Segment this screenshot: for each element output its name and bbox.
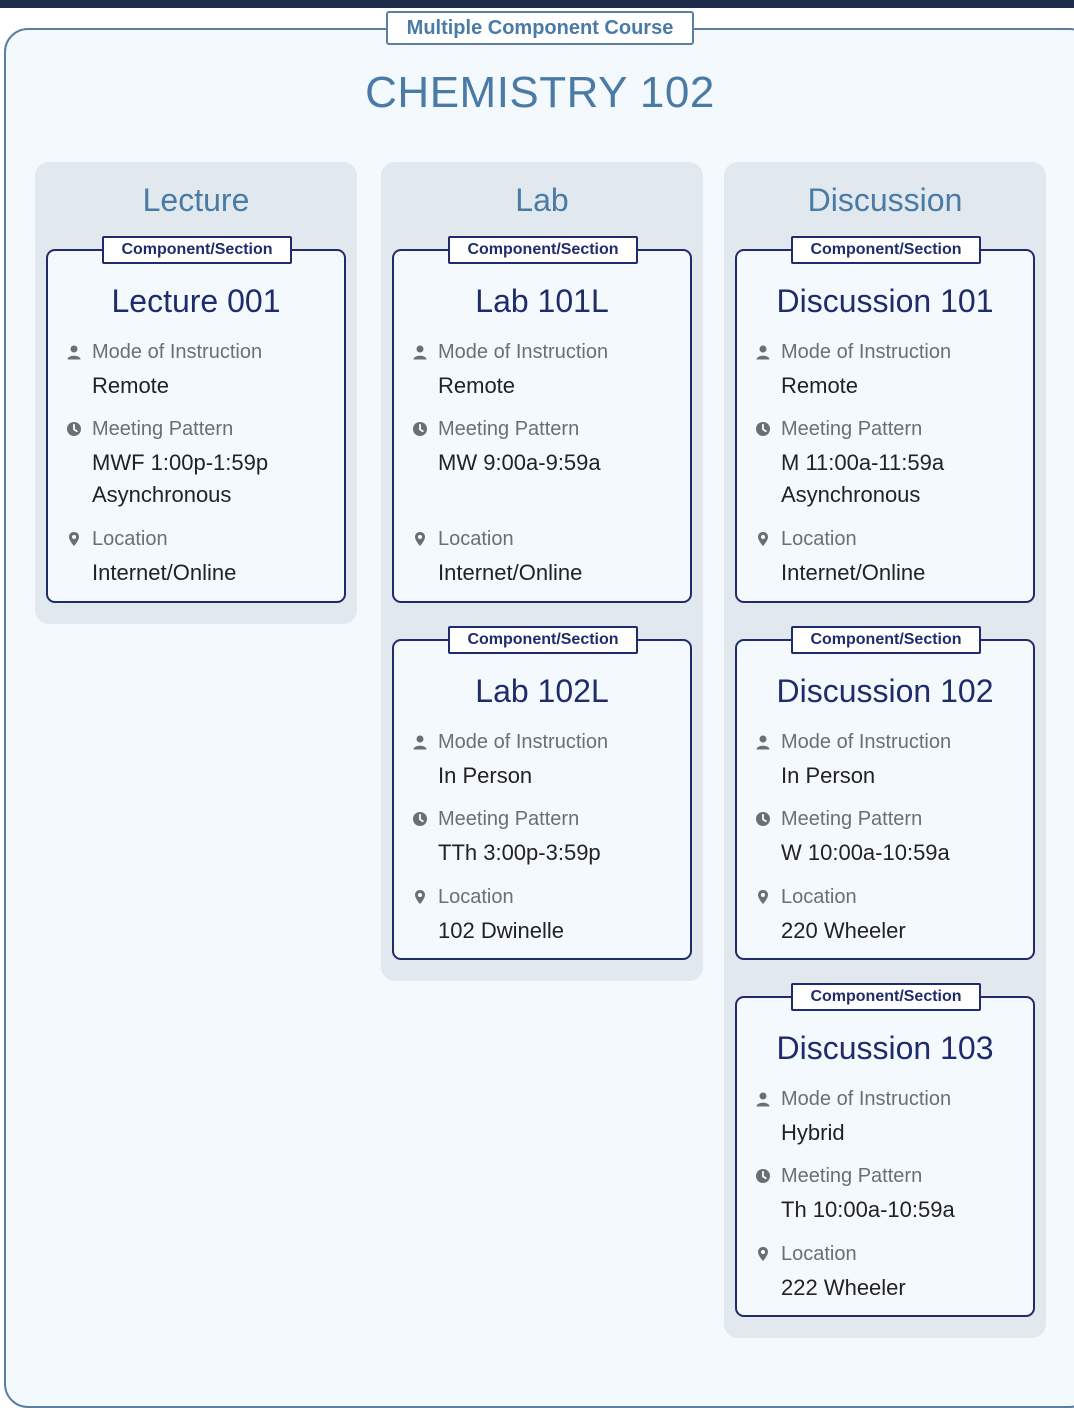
- component-section-tag: Component/Section: [448, 236, 638, 264]
- mode-value: Hybrid: [781, 1120, 845, 1145]
- component-section-tag: Component/Section: [102, 236, 292, 264]
- location-label: Location: [781, 1243, 857, 1265]
- section-card[interactable]: Component/Section Discussion 101 Mode of…: [735, 236, 1035, 603]
- person-icon: [756, 345, 770, 360]
- section-card[interactable]: Component/Section Discussion 102 Mode of…: [735, 626, 1035, 960]
- course-title: CHEMISTRY 102: [365, 68, 715, 117]
- person-icon: [756, 735, 770, 750]
- map-pin-icon: [758, 890, 768, 904]
- section-title: Discussion 103: [776, 1030, 994, 1066]
- map-pin-icon: [415, 532, 425, 546]
- course-type-tag: Multiple Component Course: [386, 11, 694, 45]
- location-value: 220 Wheeler: [781, 918, 906, 943]
- pattern-value: MWF 1:00p-1:59p Asynchronous: [92, 450, 269, 507]
- clock-icon: [756, 1169, 770, 1183]
- mode-value: Remote: [781, 373, 859, 398]
- section-title: Lab 102L: [475, 673, 609, 709]
- person-icon: [413, 345, 427, 360]
- pattern-value: Th 10:00a-10:59a: [781, 1197, 955, 1222]
- top-bar: [0, 0, 1074, 8]
- location-label: Location: [438, 528, 514, 550]
- section-title: Discussion 102: [776, 673, 994, 709]
- section-card[interactable]: Component/Section Lecture 001 Mode of In…: [46, 236, 346, 603]
- section-title: Lecture 001: [111, 283, 281, 319]
- pattern-label: Meeting Pattern: [438, 808, 580, 830]
- pattern-value: MW 9:00a-9:59a: [438, 450, 601, 475]
- section-card[interactable]: Component/Section Discussion 103 Mode of…: [735, 983, 1035, 1317]
- clock-icon: [756, 812, 770, 826]
- mode-value: In Person: [438, 763, 533, 788]
- map-pin-icon: [415, 890, 425, 904]
- pattern-label: Meeting Pattern: [781, 418, 923, 440]
- clock-icon: [756, 422, 770, 436]
- component-section-tag: Component/Section: [791, 983, 981, 1011]
- map-pin-icon: [758, 1247, 768, 1261]
- clock-icon: [413, 422, 427, 436]
- mode-label: Mode of Instruction: [438, 731, 609, 753]
- clock-icon: [67, 422, 81, 436]
- person-icon: [67, 345, 81, 360]
- pattern-value: TTh 3:00p-3:59p: [438, 840, 601, 865]
- map-pin-icon: [758, 532, 768, 546]
- mode-value: Remote: [438, 373, 516, 398]
- location-value: Internet/Online: [781, 560, 926, 585]
- section-title: Lab 101L: [475, 283, 609, 319]
- component-section-tag: Component/Section: [791, 236, 981, 264]
- location-label: Location: [92, 528, 168, 550]
- clock-icon: [413, 812, 427, 826]
- component-section-tag: Component/Section: [791, 626, 981, 654]
- mode-value: Remote: [92, 373, 170, 398]
- section-title: Discussion 101: [776, 283, 994, 319]
- pattern-value: M 11:00a-11:59a Asynchronous: [781, 450, 945, 507]
- location-value: Internet/Online: [438, 560, 583, 585]
- column-lecture: Lecture Component/Section Lecture 001 Mo…: [35, 162, 357, 624]
- pattern-label: Meeting Pattern: [92, 418, 234, 440]
- location-value: Internet/Online: [92, 560, 237, 585]
- mode-value: In Person: [781, 763, 876, 788]
- column-title: Lecture: [142, 182, 250, 218]
- location-label: Location: [438, 886, 514, 908]
- column-discussion: Discussion Component/Section Discussion …: [724, 162, 1046, 1338]
- section-card[interactable]: Component/Section Lab 101L Mode of Instr…: [392, 236, 692, 603]
- person-icon: [413, 735, 427, 750]
- location-value: 222 Wheeler: [781, 1275, 906, 1300]
- pattern-label: Meeting Pattern: [781, 808, 923, 830]
- component-section-tag: Component/Section: [448, 626, 638, 654]
- mode-label: Mode of Instruction: [781, 1088, 952, 1110]
- mode-label: Mode of Instruction: [92, 341, 263, 363]
- pattern-label: Meeting Pattern: [781, 1165, 923, 1187]
- map-pin-icon: [69, 532, 79, 546]
- mode-label: Mode of Instruction: [438, 341, 609, 363]
- pattern-label: Meeting Pattern: [438, 418, 580, 440]
- pattern-value: W 10:00a-10:59a: [781, 840, 950, 865]
- person-icon: [756, 1092, 770, 1107]
- mode-label: Mode of Instruction: [781, 341, 952, 363]
- location-value: 102 Dwinelle: [438, 918, 564, 943]
- mode-label: Mode of Instruction: [781, 731, 952, 753]
- location-label: Location: [781, 528, 857, 550]
- section-card[interactable]: Component/Section Lab 102L Mode of Instr…: [392, 626, 692, 960]
- column-lab: Lab Component/Section Lab 101L Mode of I…: [381, 162, 703, 981]
- column-title: Lab: [515, 182, 569, 218]
- location-label: Location: [781, 886, 857, 908]
- column-title: Discussion: [807, 182, 963, 218]
